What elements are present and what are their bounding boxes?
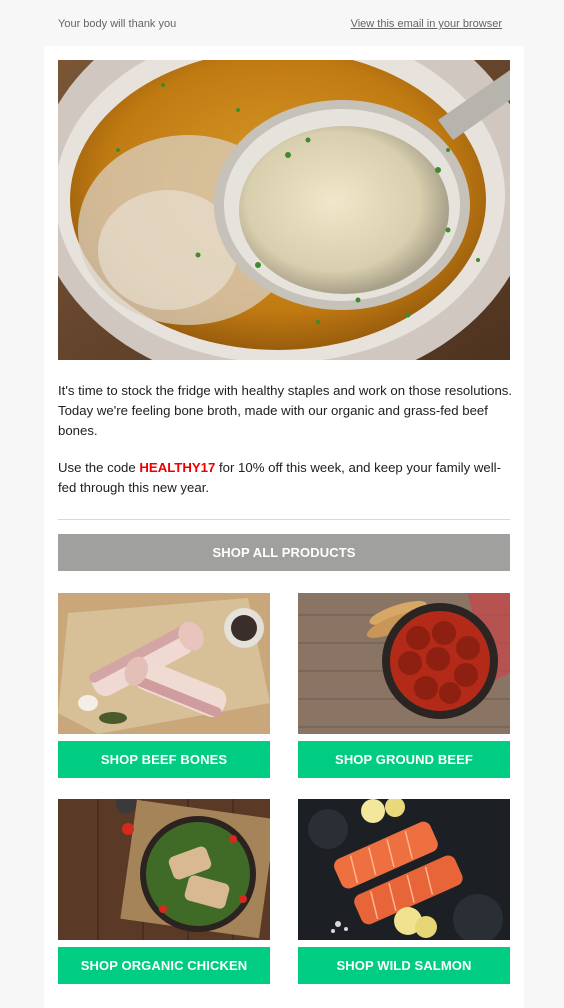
promo-text-before: Use the code <box>58 460 140 475</box>
salmon-illustration <box>298 799 510 940</box>
shop-beef-bones-button[interactable]: SHOP BEEF BONES <box>58 741 270 778</box>
product-image-organic-chicken[interactable] <box>58 799 270 940</box>
product-image-wild-salmon[interactable] <box>298 799 510 940</box>
preheader-tagline: Your body will thank you <box>58 18 177 30</box>
chicken-salad-illustration <box>58 799 270 940</box>
view-in-browser-link[interactable]: View this email in your browser <box>351 18 502 30</box>
preheader: Your body will thank you View this email… <box>0 0 564 46</box>
bone-broth-illustration <box>58 60 510 360</box>
email-body: It's time to stock the fridge with healt… <box>44 46 524 1008</box>
meatballs-illustration <box>298 593 510 734</box>
promo-paragraph: Use the code HEALTHY17 for 10% off this … <box>58 458 514 498</box>
shop-ground-beef-button[interactable]: SHOP GROUND BEEF <box>298 741 510 778</box>
hero-image-bone-broth[interactable] <box>58 60 510 360</box>
beef-bones-illustration <box>58 593 270 734</box>
shop-wild-salmon-button[interactable]: SHOP WILD SALMON <box>298 947 510 984</box>
product-image-ground-beef[interactable] <box>298 593 510 734</box>
product-image-beef-bones[interactable] <box>58 593 270 734</box>
intro-paragraph: It's time to stock the fridge with healt… <box>58 383 513 438</box>
shop-organic-chicken-button[interactable]: SHOP ORGANIC CHICKEN <box>58 947 270 984</box>
promo-code: HEALTHY17 <box>139 460 216 475</box>
shop-all-products-button[interactable]: SHOP ALL PRODUCTS <box>58 534 510 571</box>
divider <box>58 519 510 520</box>
